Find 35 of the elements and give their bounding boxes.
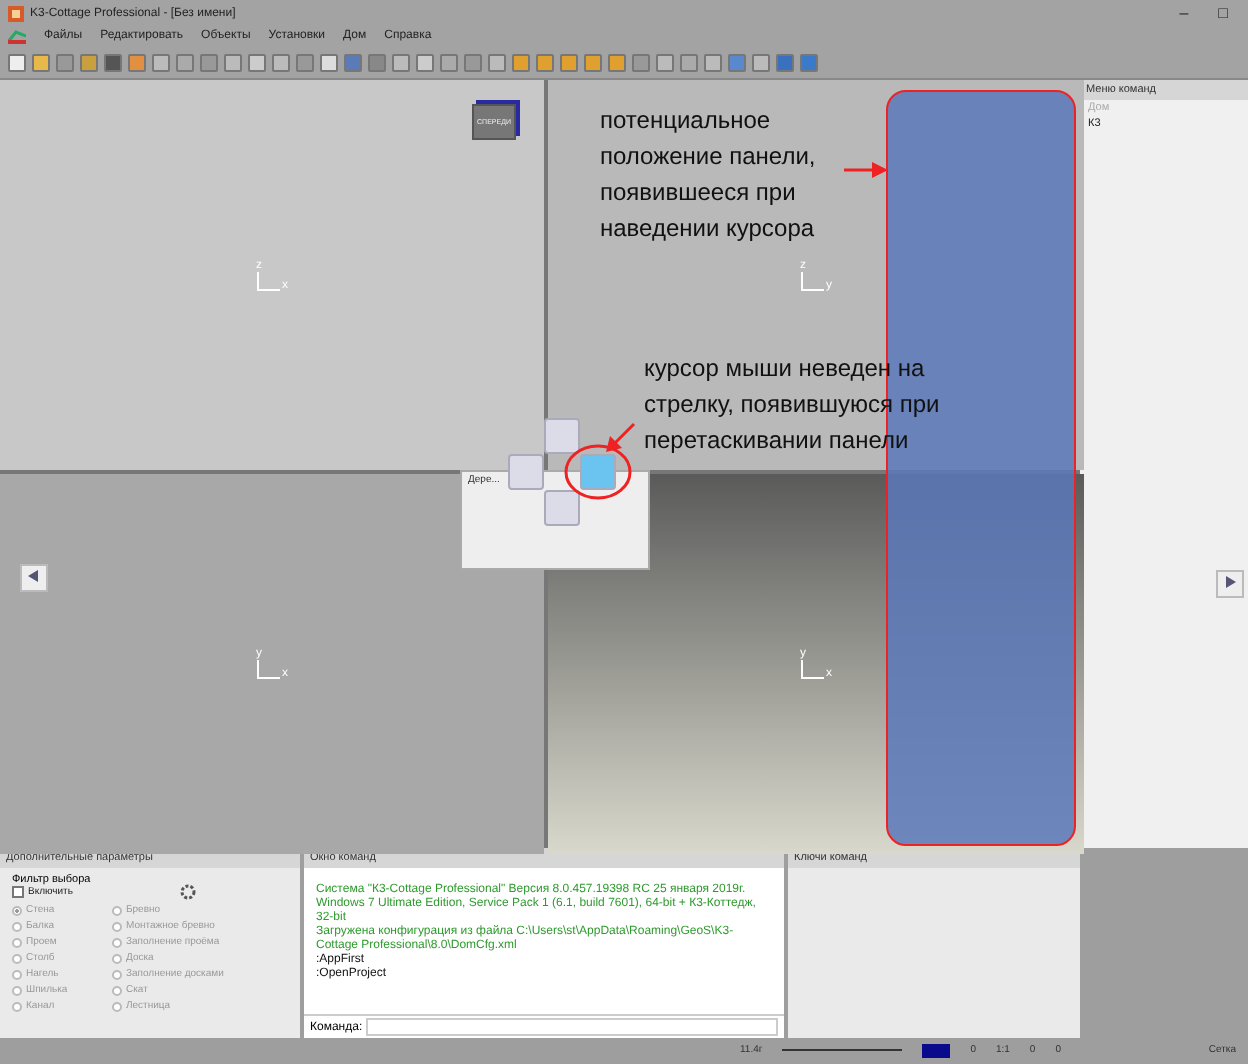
radio-button[interactable] [112,921,122,931]
maximize-button[interactable]: □ [1206,4,1240,22]
annotation-arrow [844,162,888,178]
highlight-circle [562,442,634,502]
radio-button[interactable] [12,921,22,931]
expand-right-button[interactable] [1216,570,1244,598]
checkbox[interactable] [12,886,24,898]
radio-button[interactable] [12,937,22,947]
caret-right-icon [1224,576,1236,588]
radio-button[interactable] [12,953,22,963]
radio-button[interactable] [12,969,22,979]
radio-button[interactable] [112,985,122,995]
expand-left-button[interactable] [20,564,48,592]
radio-button[interactable] [12,905,22,915]
color-swatch[interactable] [922,1043,951,1057]
line-style-icon[interactable] [782,1046,903,1054]
app-menu-icon[interactable] [8,29,26,43]
radio-button[interactable] [112,969,122,979]
annotation-text: потенциальное положение панели, появившееся при наведении курсора [600,104,818,246]
minimize-button[interactable]: – [1167,4,1201,22]
radio-button[interactable] [112,1001,122,1011]
radio-button[interactable] [112,937,122,947]
radio-button[interactable] [12,985,22,995]
radio-button[interactable] [112,905,122,915]
axis-icon [256,660,280,680]
radio-button[interactable] [112,953,122,963]
gear-icon[interactable] [180,884,196,900]
annotation-arrow [604,422,636,454]
app-logo-icon [8,5,24,21]
caret-left-icon [28,570,40,582]
radio-button[interactable] [12,1001,22,1011]
axis-icon [800,660,824,680]
command-field[interactable] [366,1018,778,1036]
axis-icon [800,271,824,291]
axis-icon [256,271,280,291]
